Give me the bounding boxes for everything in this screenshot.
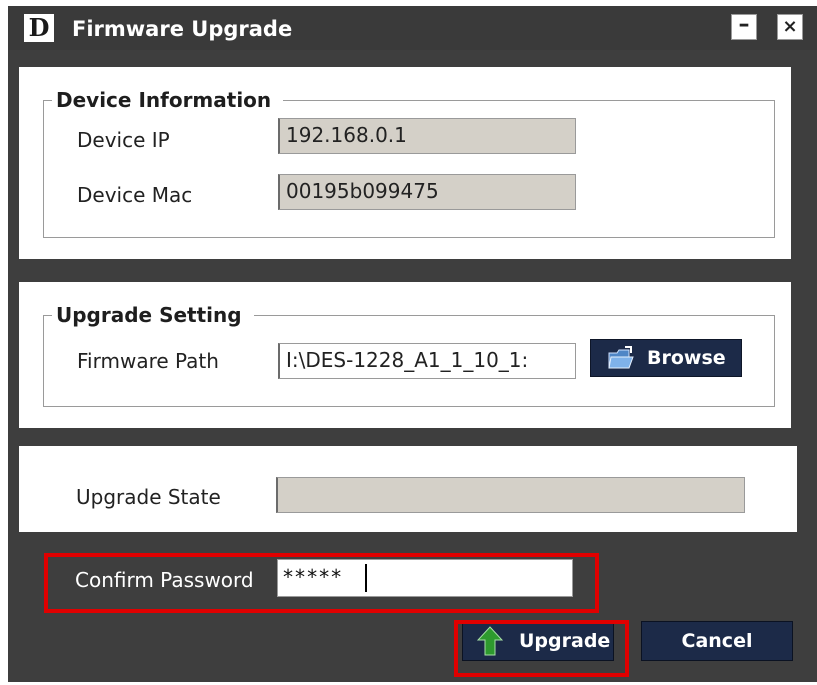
upgrade-state-panel: Upgrade State xyxy=(19,446,797,532)
upgrade-state-field xyxy=(276,477,745,513)
dlink-logo: D xyxy=(24,14,54,42)
minimize-button[interactable]: – xyxy=(731,14,757,40)
title-bar: D Firmware Upgrade – × xyxy=(8,6,817,50)
device-ip-label: Device IP xyxy=(77,128,170,152)
browse-label: Browse xyxy=(647,347,726,369)
window-title: Firmware Upgrade xyxy=(72,17,293,41)
password-highlight-box xyxy=(44,553,599,613)
upgrade-setting-heading: Upgrade Setting xyxy=(52,302,254,328)
device-mac-label: Device Mac xyxy=(77,183,193,207)
upgrade-state-label: Upgrade State xyxy=(76,485,221,509)
firmware-path-input[interactable]: I:\DES-1228_A1_1_10_1: xyxy=(278,343,576,379)
device-information-group: Device Information Device IP 192.168.0.1… xyxy=(43,87,775,238)
device-information-panel: Device Information Device IP 192.168.0.1… xyxy=(19,67,791,259)
firmware-path-label: Firmware Path xyxy=(77,349,219,373)
browse-button[interactable]: Browse xyxy=(590,339,742,377)
device-mac-field: 00195b099475 xyxy=(278,174,576,210)
cancel-button[interactable]: Cancel xyxy=(641,621,793,661)
upgrade-highlight-box xyxy=(454,620,629,677)
device-ip-field: 192.168.0.1 xyxy=(278,118,576,154)
folder-icon xyxy=(608,346,634,369)
upgrade-setting-panel: Upgrade Setting Firmware Path I:\DES-122… xyxy=(19,282,791,428)
close-button[interactable]: × xyxy=(777,14,803,40)
device-information-heading: Device Information xyxy=(52,87,284,113)
